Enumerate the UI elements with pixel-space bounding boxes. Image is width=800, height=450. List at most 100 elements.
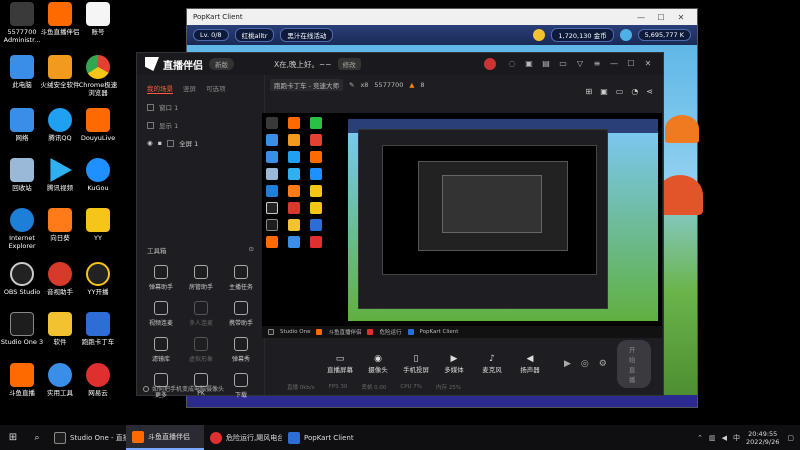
message-icon[interactable]: ▤ [539, 57, 553, 71]
stream-stats: 直播 0kb/s FPS 30 丢帧 0.00 CPU 7% 内存 25% [137, 381, 663, 393]
lock-icon[interactable]: ▣ [600, 87, 608, 96]
fullscreen-icon [167, 139, 175, 147]
desktop-icon-yy-live[interactable]: YY开播 [76, 262, 120, 296]
edit-button[interactable]: 修改 [337, 58, 361, 70]
studio-one-icon [54, 431, 66, 444]
preview-icon [266, 117, 278, 129]
toolbox-more-icon[interactable]: ⊙ [249, 245, 254, 255]
network-icon[interactable]: ▥ [709, 434, 716, 442]
live-preview[interactable]: Studio One 斗鱼直播伴侣 危险运行 PopKart Client [262, 113, 662, 338]
live-companion-window[interactable]: 直播伴侣 新版 X在,晚上好。~~ 修改 ◌ ▣ ▤ ▭ ▽ ≡ — ☐ ✕ 我… [136, 52, 664, 399]
task-icon [234, 265, 248, 279]
kugou-icon [86, 158, 110, 182]
multimedia-button[interactable]: ▶ 多媒体 [440, 354, 468, 374]
tool-danmu-show[interactable]: 弹幕秀 [221, 337, 261, 363]
preview-icon [288, 151, 300, 163]
minimize-icon[interactable]: — [607, 57, 621, 71]
desktop-icon-account[interactable]: 账号 [76, 2, 120, 36]
desktop-icon-douyulive[interactable]: DouyuLive [76, 108, 120, 142]
eye-icon[interactable]: ◉ [147, 139, 153, 147]
clock-date: 2022/9/26 [746, 437, 780, 446]
minimize-icon[interactable]: — [631, 13, 651, 22]
clock[interactable]: 20:49:55 2022/9/26 [746, 430, 787, 446]
media-icon: ▶ [450, 354, 458, 364]
shirt-icon[interactable]: ▽ [573, 57, 587, 71]
screen-capture-button[interactable]: ▭ 直播屏幕 [326, 354, 354, 374]
preview-icon [266, 236, 278, 248]
headset-icon[interactable]: ◌ [505, 57, 519, 71]
document-icon [86, 2, 110, 26]
screen-icon: ▭ [335, 354, 345, 364]
close-icon[interactable]: ✕ [671, 13, 691, 22]
taskbar-item-douyu[interactable]: 斗鱼直播伴侣 [126, 425, 204, 450]
preview-icon [288, 202, 300, 214]
avatar[interactable] [484, 58, 496, 70]
tool-room-manager[interactable]: 房管助手 [181, 265, 221, 291]
tool-danmu-assistant[interactable]: 弹幕助手 [141, 265, 181, 291]
danmu-icon [154, 265, 168, 279]
popkart-titlebar[interactable]: PopKart Client — ☐ ✕ [187, 9, 697, 25]
microphone-button[interactable]: ♪ 麦克风 [478, 354, 506, 374]
carry-icon [234, 301, 248, 315]
layout-icon[interactable]: ▭ [556, 57, 570, 71]
greeting-text: X在,晚上好。~~ [274, 59, 332, 69]
close-icon[interactable]: ✕ [641, 57, 655, 71]
play-icon [50, 158, 72, 182]
eye-icon[interactable]: ◎ [581, 359, 589, 369]
maximize-icon[interactable]: ☐ [651, 13, 671, 22]
search-icon[interactable]: ⌕ [26, 433, 48, 443]
tool-video-link[interactable]: 视频连麦 [141, 301, 181, 327]
desktop-icon-netease-music[interactable]: 网易云 [76, 363, 120, 397]
taskbar-item-studio-one[interactable]: Studio One - 直播... [48, 425, 126, 450]
phone-cast-button[interactable]: ▯ 手机投屏 [402, 354, 430, 374]
screenshot-icon[interactable]: ▭ [616, 87, 624, 96]
tab-vertical[interactable]: 竖屏 [183, 83, 196, 94]
desktop-icon-popkart[interactable]: 跑跑卡丁车 [76, 312, 120, 346]
tool-virtual-avatar[interactable]: 虚拟形象 [181, 337, 221, 363]
gift-icon[interactable]: ▣ [522, 57, 536, 71]
desktop-icon-kugou[interactable]: KuGou [76, 158, 120, 192]
record-icon[interactable]: ▶ [564, 359, 571, 369]
desktop-icon-chrome[interactable]: Chrome极速浏览器 [76, 55, 120, 97]
volume-icon[interactable]: ◀ [722, 434, 727, 442]
microphone-icon: ♪ [489, 354, 495, 364]
system-tray: ⌃ ▥ ◀ 中 [697, 433, 746, 443]
taskbar-item-netease[interactable]: 危险运行,飓风电台(... [204, 425, 282, 450]
windows-start-icon[interactable]: ⊞ [0, 432, 26, 443]
tool-multi-link[interactable]: 多人连麦 [181, 301, 221, 327]
version-badge[interactable]: 新版 [209, 58, 234, 70]
tab-my-scenes[interactable]: 我的场景 [147, 83, 173, 94]
camera-button[interactable]: ◉ 摄像头 [364, 354, 392, 374]
internet-explorer-icon [10, 208, 34, 232]
room-title[interactable]: 跑跑卡丁车 - 竞速大师 [270, 79, 343, 91]
speaker-button[interactable]: ◀ 扬声器 [516, 354, 544, 374]
desktop-icon-yy[interactable]: YY [76, 208, 120, 242]
taskbar-item-popkart[interactable]: PopKart Client [282, 425, 360, 450]
scene-item-display[interactable]: 显示 1 [137, 116, 264, 134]
filter-icon [154, 337, 168, 351]
preview-icon [310, 134, 322, 146]
share-icon[interactable]: ⋖ [646, 87, 653, 96]
pencil-icon[interactable]: ✎ [349, 81, 354, 89]
settings-icon[interactable]: ⚙ [599, 359, 607, 369]
studio-one-icon [10, 312, 34, 336]
preview-icon [288, 168, 300, 180]
notification-icon[interactable]: ▢ [787, 434, 800, 442]
tool-filter-library[interactable]: 滤镜库 [141, 337, 181, 363]
server-name: 黑汁在线活动 [280, 28, 334, 42]
menu-icon[interactable]: ≡ [590, 57, 604, 71]
maximize-icon[interactable]: ☐ [624, 57, 638, 71]
scene-item-window[interactable]: 窗口 1 [137, 98, 264, 116]
chevron-up-icon[interactable]: ⌃ [697, 434, 703, 442]
scene-item-fullscreen[interactable]: ◉ ▪ 全屏 1 [137, 134, 264, 152]
tab-options[interactable]: 可选项 [206, 83, 226, 94]
input-method-icon[interactable]: 中 [733, 433, 740, 443]
tool-anchor-task[interactable]: 主播任务 [221, 265, 261, 291]
add-scene-icon[interactable]: ⊞ [585, 87, 592, 96]
qq-penguin-icon [48, 108, 72, 132]
bell-icon[interactable]: ◔ [631, 87, 638, 96]
lock-icon[interactable]: ▪ [158, 139, 162, 147]
level-display: Lv. 0/8 [193, 29, 229, 41]
tool-carry-assistant[interactable]: 携带助手 [221, 301, 261, 327]
preview-icon [310, 202, 322, 214]
